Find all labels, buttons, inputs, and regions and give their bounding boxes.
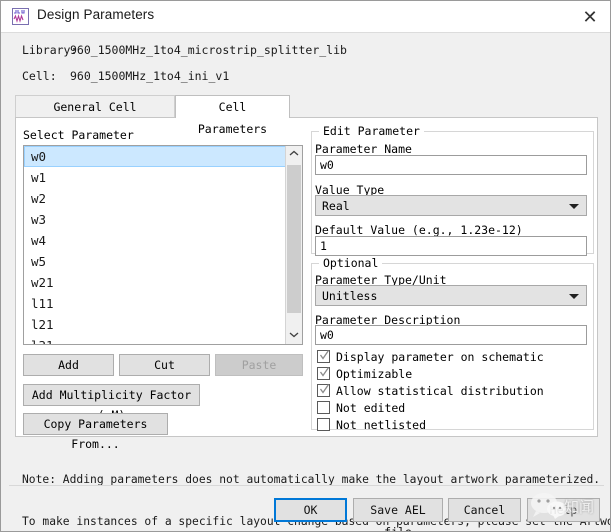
check-icon: [319, 384, 330, 394]
checkbox-box: [317, 401, 330, 414]
checkbox-not-edited[interactable]: Not edited: [317, 400, 577, 417]
list-item[interactable]: w0: [24, 146, 286, 167]
tab-strip: General Cell Definition Cell Parameters: [15, 95, 598, 136]
checkbox-display-parameter-on-schematic[interactable]: Display parameter on schematic: [317, 349, 577, 366]
checkbox-optimizable[interactable]: Optimizable: [317, 366, 577, 383]
checkbox-box: [317, 418, 330, 431]
list-item[interactable]: w4: [24, 230, 286, 251]
title-bar: Design Parameters ✕: [1, 1, 610, 33]
save-ael-file-button[interactable]: Save AEL file: [353, 498, 443, 531]
list-item[interactable]: l11: [24, 293, 286, 314]
chevron-down-icon: [569, 204, 579, 209]
checkbox-box: [317, 367, 330, 380]
checkbox-allow-statistical-distribution[interactable]: Allow statistical distribution: [317, 383, 577, 400]
checkbox-label: Not netlisted: [336, 418, 427, 432]
parameter-listbox[interactable]: w0 w1 w2 w3 w4 w5 w21 l11 l21 l31: [23, 145, 303, 345]
copy-parameters-from-button[interactable]: Copy Parameters From...: [23, 413, 168, 451]
parameter-list: w0 w1 w2 w3 w4 w5 w21 l11 l21 l31: [24, 146, 286, 344]
add-multiplicity-factor-button[interactable]: Add Multiplicity Factor (_M): [23, 384, 200, 422]
footer-divider: [9, 485, 604, 486]
close-icon[interactable]: ✕: [576, 5, 604, 29]
checkbox-label: Display parameter on schematic: [336, 350, 544, 364]
default-value-input[interactable]: [315, 236, 587, 256]
cell-label: Cell:: [22, 69, 57, 83]
list-item[interactable]: w2: [24, 188, 286, 209]
check-icon: [319, 367, 330, 377]
select-parameter-label: Select Parameter: [23, 128, 134, 142]
cut-button[interactable]: Cut: [119, 354, 210, 376]
cell-value: 960_1500MHz_1to4_ini_v1: [70, 69, 230, 83]
checkbox-box: [317, 350, 330, 363]
list-item[interactable]: l21: [24, 314, 286, 335]
parameter-description-input[interactable]: [315, 325, 587, 345]
parameter-name-label: Parameter Name: [315, 142, 412, 156]
edit-parameter-group-title: Edit Parameter: [319, 124, 424, 138]
parameter-type-unit-dropdown[interactable]: Unitless: [315, 285, 587, 306]
chevron-down-icon: [569, 294, 579, 299]
parameter-list-scrollbar[interactable]: [285, 146, 302, 344]
check-icon: [319, 350, 330, 360]
help-button[interactable]: Help: [527, 498, 600, 522]
list-item[interactable]: w1: [24, 167, 286, 188]
tab-general-cell-definition[interactable]: General Cell Definition: [15, 95, 175, 136]
add-button[interactable]: Add: [23, 354, 114, 376]
scroll-down-icon[interactable]: [286, 327, 302, 344]
checkbox-label: Allow statistical distribution: [336, 384, 544, 398]
library-value: 960_1500MHz_1to4_microstrip_splitter_lib: [70, 43, 347, 57]
scrollbar-thumb[interactable]: [287, 165, 301, 313]
parameter-type-unit-value: Unitless: [322, 289, 378, 303]
cancel-button[interactable]: Cancel: [448, 498, 521, 522]
waveform-icon: [12, 8, 29, 25]
design-parameters-dialog: Design Parameters ✕ Library: 960_1500MHz…: [0, 0, 611, 532]
paste-button[interactable]: Paste: [215, 354, 303, 376]
optional-group-title: Optional: [319, 256, 383, 270]
list-item[interactable]: l31: [24, 335, 286, 344]
list-item[interactable]: w3: [24, 209, 286, 230]
value-type-dropdown[interactable]: Real: [315, 195, 587, 216]
list-item[interactable]: w5: [24, 251, 286, 272]
checkbox-box: [317, 384, 330, 397]
scroll-up-icon[interactable]: [286, 146, 302, 163]
checkbox-label: Optimizable: [336, 367, 413, 381]
list-item[interactable]: w21: [24, 272, 286, 293]
window-title: Design Parameters: [37, 7, 155, 22]
parameter-name-input[interactable]: [315, 155, 587, 175]
checkbox-label: Not edited: [336, 401, 406, 415]
tab-cell-parameters[interactable]: Cell Parameters: [175, 95, 290, 136]
checkbox-not-netlisted[interactable]: Not netlisted: [317, 417, 577, 434]
default-value-label: Default Value (e.g., 1.23e-12): [315, 223, 523, 237]
value-type-value: Real: [322, 199, 350, 213]
ok-button[interactable]: OK: [274, 498, 347, 522]
